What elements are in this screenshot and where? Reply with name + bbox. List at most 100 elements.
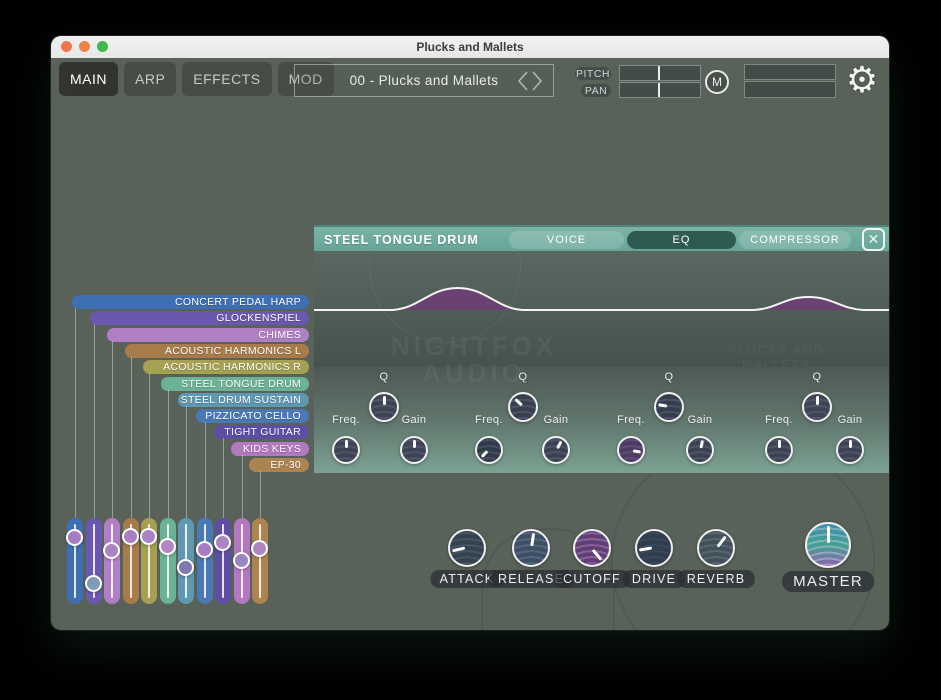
mixer-fader-handle[interactable] (251, 540, 268, 557)
mixer-fader-handle[interactable] (140, 528, 157, 545)
panel-tab-compressor[interactable]: COMPRESSOR (739, 231, 851, 249)
mixer-fader-handle[interactable] (122, 528, 139, 545)
pitch-slider[interactable] (619, 65, 701, 81)
mixer-fader-track[interactable] (160, 518, 176, 604)
knob-pointer (617, 436, 644, 463)
eq-gain-label: Gain (838, 414, 863, 426)
pitch-slider-handle[interactable] (658, 66, 660, 80)
mixer-label-pill[interactable]: GLOCKENSPIEL (90, 311, 309, 325)
knob-pointer-line (452, 547, 465, 553)
master-knob[interactable] (805, 522, 851, 568)
eq-q-label: Q (380, 371, 389, 383)
eq-freq-knob[interactable] (332, 436, 360, 464)
mixer-label-pill[interactable]: STEEL DRUM SUSTAIN (178, 393, 309, 407)
preset-selector[interactable]: 00 - Plucks and Mallets (294, 64, 554, 97)
titlebar[interactable]: Plucks and Mallets (51, 36, 889, 58)
mixer-connector-line (149, 373, 150, 518)
mixer-label-pill[interactable]: TIGHT GUITAR (214, 425, 309, 439)
mixer-fader-track[interactable] (123, 518, 139, 604)
mixer-connector-line (223, 438, 224, 518)
settings-gear-icon[interactable]: ⚙ (843, 61, 881, 99)
knob-pointer (512, 529, 550, 567)
eq-freq-label: Freq. (332, 414, 360, 426)
mixer-label-pill[interactable]: PIZZICATO CELLO (196, 409, 309, 423)
mixer-fader-handle[interactable] (214, 534, 231, 551)
mixer-label-pill[interactable]: KIDS KEYS (231, 442, 309, 456)
mixer-fader-handle[interactable] (196, 541, 213, 558)
mixer-fader-handle[interactable] (103, 542, 120, 559)
mixer-fader-track[interactable] (215, 518, 231, 604)
mixer-connector-line (75, 308, 76, 518)
screen: Plucks and Mallets MAINARPEFFECTSMOD 00 … (0, 0, 941, 700)
knob-pointer (402, 438, 426, 462)
mixer-fader-handle[interactable] (66, 529, 83, 546)
zoom-window-button[interactable] (97, 41, 108, 52)
eq-q-label: Q (665, 371, 674, 383)
knob-pointer (767, 438, 791, 462)
knob-pointer-line (778, 440, 781, 448)
output-display-top (744, 64, 836, 80)
mixer-label-pill[interactable]: ACOUSTIC HARMONICS R (143, 360, 309, 374)
knob-pointer-line (849, 440, 852, 448)
mixer-fader-track[interactable] (252, 518, 268, 604)
mixer-fader-track[interactable] (141, 518, 157, 604)
mixer-fader-track[interactable] (104, 518, 120, 604)
eq-q-knob[interactable] (508, 392, 538, 422)
reverb-label: REVERB (678, 570, 755, 588)
panel-close-button[interactable]: ✕ (862, 228, 885, 251)
knob-pointer (838, 438, 862, 462)
watermark-logo: NIGHTFOX AUDIO (374, 333, 574, 387)
eq-gain-knob[interactable] (836, 436, 864, 464)
eq-gain-knob[interactable] (400, 436, 428, 464)
mixer-label-pill[interactable]: ACOUSTIC HARMONICS L (125, 344, 309, 358)
mixer-fader-track[interactable] (234, 518, 250, 604)
eq-q-knob[interactable] (802, 392, 832, 422)
drive-knob[interactable] (635, 529, 673, 567)
mixer-connector-line (94, 324, 95, 518)
mixer-fader-handle[interactable] (233, 552, 250, 569)
attack-knob[interactable] (448, 529, 486, 567)
close-window-button[interactable] (61, 41, 72, 52)
nav-tab-arp[interactable]: ARP (124, 62, 176, 96)
preset-next-icon[interactable] (530, 69, 545, 93)
mixer-fader-track[interactable] (67, 518, 83, 604)
mixer-fader-track[interactable] (86, 518, 102, 604)
eq-freq-knob[interactable] (765, 436, 793, 464)
eq-freq-knob[interactable] (475, 436, 503, 464)
mixer-fader-slot (111, 524, 113, 598)
minimize-window-button[interactable] (79, 41, 90, 52)
traffic-lights (61, 41, 108, 52)
knob-pointer (686, 436, 714, 464)
mixer-fader-handle[interactable] (159, 538, 176, 555)
mixer-connector-line (260, 471, 261, 518)
mixer-fader-handle[interactable] (177, 559, 194, 576)
mixer-label-pill[interactable]: STEEL TONGUE DRUM (161, 377, 310, 391)
release-knob[interactable] (512, 529, 550, 567)
knob-pointer (540, 434, 572, 466)
nav-tab-effects[interactable]: EFFECTS (182, 62, 271, 96)
panel-tab-eq[interactable]: EQ (627, 231, 736, 249)
eq-q-knob[interactable] (654, 392, 684, 422)
nav-tab-main[interactable]: MAIN (59, 62, 118, 96)
mixer-fader-slot (167, 524, 169, 598)
eq-gain-knob[interactable] (542, 436, 570, 464)
knob-pointer (505, 389, 542, 426)
eq-q-knob[interactable] (369, 392, 399, 422)
knob-pointer-line (556, 440, 562, 448)
mixer-label-pill[interactable]: EP-30 (249, 458, 309, 472)
reverb-knob[interactable] (697, 529, 735, 567)
mixer-fader-handle[interactable] (85, 575, 102, 592)
mixer-label-pill[interactable]: CHIMES (107, 328, 309, 342)
mixer-fader-track[interactable] (197, 518, 213, 604)
eq-gain-knob[interactable] (686, 436, 714, 464)
mixer-connector-line (112, 341, 113, 518)
mixer-fader-track[interactable] (178, 518, 194, 604)
preset-prev-icon[interactable] (515, 69, 530, 93)
pan-slider-handle[interactable] (658, 83, 660, 97)
mute-button[interactable]: M (705, 70, 729, 94)
eq-freq-knob[interactable] (617, 436, 645, 464)
pan-slider[interactable] (619, 82, 701, 98)
mixer-label-pill[interactable]: CONCERT PEDAL HARP (72, 295, 309, 309)
cutoff-knob[interactable] (573, 529, 611, 567)
panel-tab-voice[interactable]: VOICE (509, 231, 624, 249)
